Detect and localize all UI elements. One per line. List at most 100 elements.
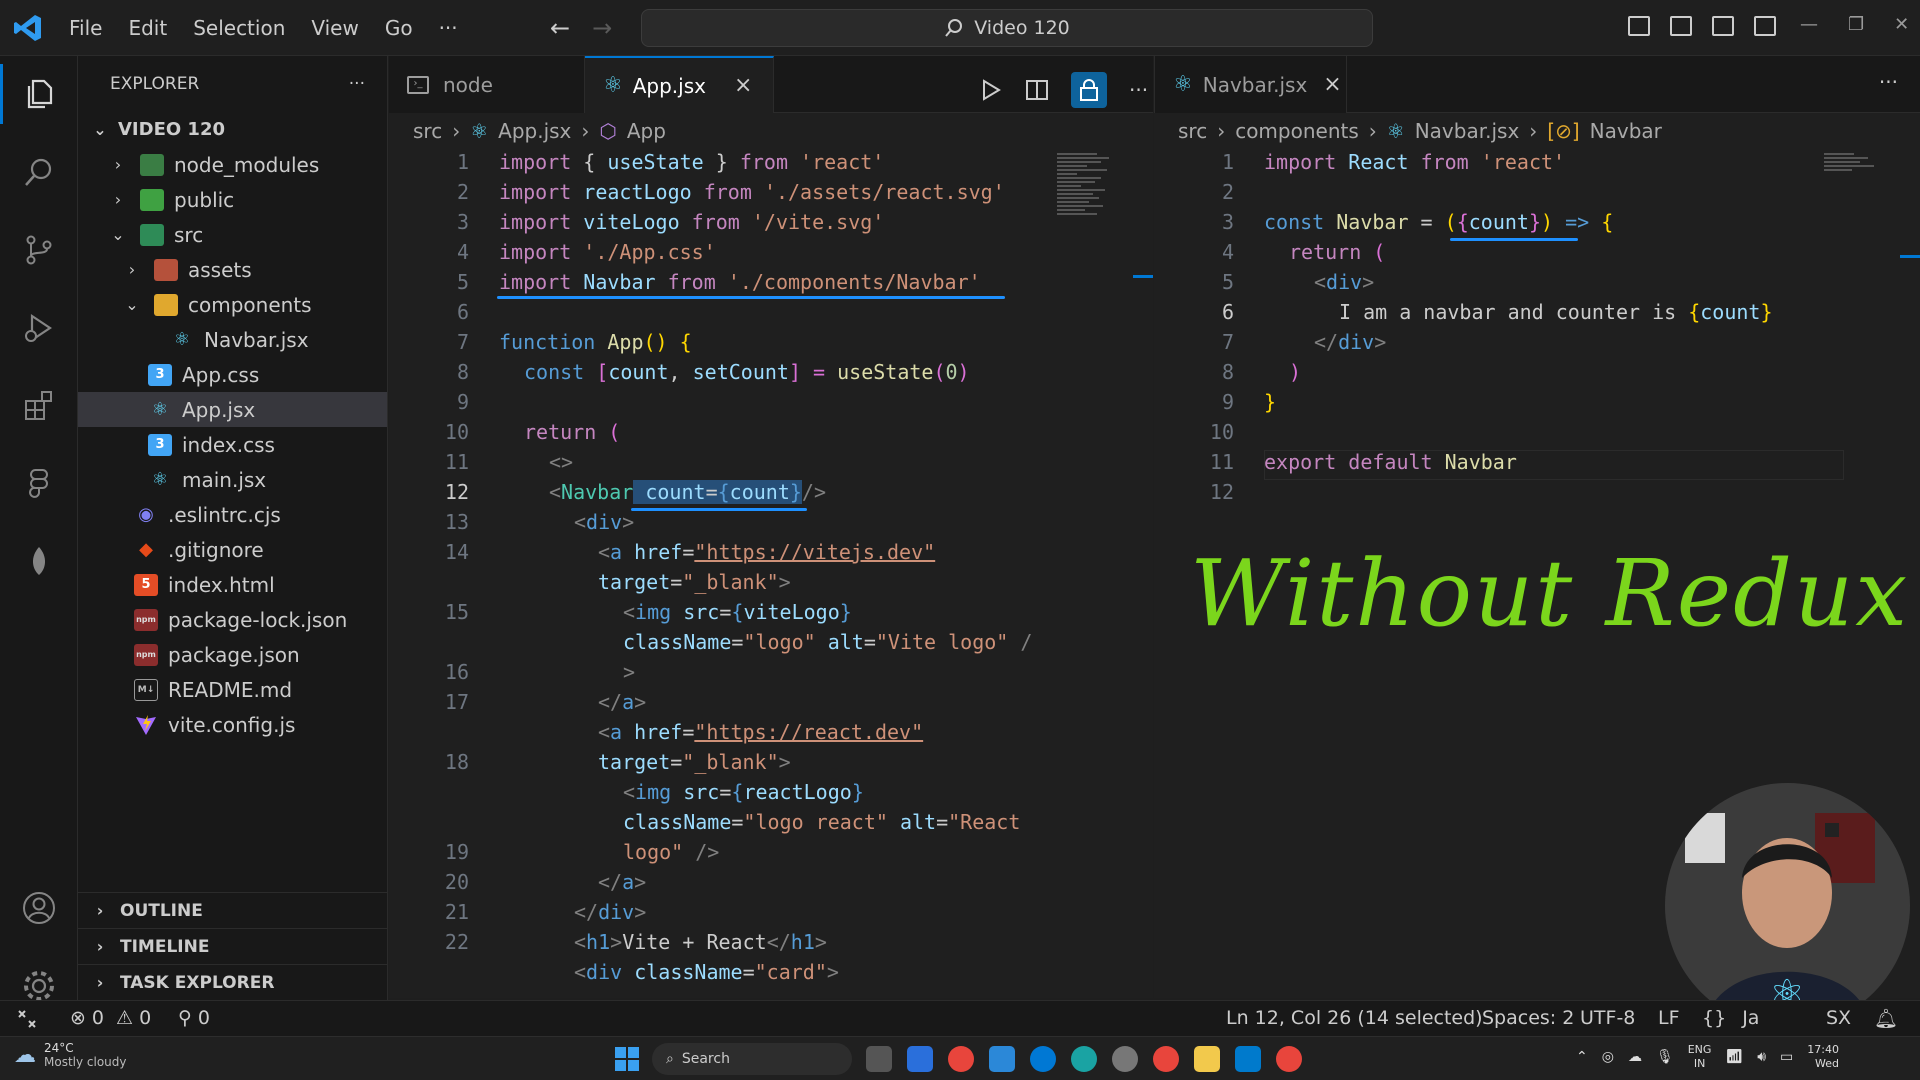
- onedrive-icon[interactable]: ☁: [1628, 1049, 1642, 1065]
- extensions-icon[interactable]: [0, 376, 78, 436]
- remote-indicator-icon[interactable]: [0, 1001, 54, 1036]
- breadcrumb-components[interactable]: components: [1235, 119, 1359, 143]
- left-code-editor[interactable]: 1 2 3 4 5 6 7 8 9 10 11 12 13 14 15 16 17 18 19 20 21 22 impo…: [389, 149, 1153, 998]
- tree-item-package-json[interactable]: npm package.json: [78, 637, 387, 672]
- minimap[interactable]: [1057, 151, 1117, 271]
- workspace-root[interactable]: ⌄ VIDEO 120: [78, 112, 387, 147]
- tree-item-app-css[interactable]: 3 App.css: [78, 357, 387, 392]
- tree-item-navbar-jsx[interactable]: ⚛ Navbar.jsx: [78, 322, 387, 357]
- minimize-icon[interactable]: —: [1800, 14, 1818, 35]
- menu-selection[interactable]: Selection: [180, 16, 298, 40]
- task-view-icon[interactable]: [866, 1046, 892, 1072]
- vscode-taskbar-icon[interactable]: [1235, 1046, 1261, 1072]
- explorer-icon[interactable]: [0, 64, 78, 124]
- close-tab-icon[interactable]: ×: [1323, 72, 1341, 97]
- indentation[interactable]: Spaces: 2: [1482, 1007, 1574, 1029]
- tree-item-assets[interactable]: › assets: [78, 252, 387, 287]
- breadcrumb-src[interactable]: src: [413, 119, 442, 143]
- wifi-icon[interactable]: 📶︎: [1725, 1049, 1743, 1065]
- tree-item-app-jsx[interactable]: ⚛ App.jsx: [78, 392, 387, 427]
- language-indicator[interactable]: ENG IN: [1688, 1043, 1712, 1071]
- breadcrumb-src[interactable]: src: [1178, 119, 1207, 143]
- breadcrumb-navbar[interactable]: Navbar: [1590, 119, 1662, 143]
- figma-icon[interactable]: [0, 454, 78, 514]
- vscode-logo-icon[interactable]: [0, 0, 56, 56]
- menu-view[interactable]: View: [298, 16, 371, 40]
- outline-section[interactable]: › OUTLINE: [78, 892, 387, 928]
- tree-item-package-lock[interactable]: npm package-lock.json: [78, 602, 387, 637]
- windows-start-icon[interactable]: [614, 1046, 640, 1072]
- tab-node-terminal[interactable]: ›_ node: [389, 56, 585, 113]
- edge-icon[interactable]: [1071, 1046, 1097, 1072]
- tree-item-node-modules[interactable]: › node_modules: [78, 147, 387, 182]
- menu-go[interactable]: Go: [372, 16, 426, 40]
- menu-edit[interactable]: Edit: [115, 16, 180, 40]
- tree-item-eslintrc[interactable]: ◉ .eslintrc.cjs: [78, 497, 387, 532]
- source-control-icon[interactable]: [0, 220, 78, 280]
- run-icon[interactable]: [979, 78, 1003, 102]
- chrome-icon[interactable]: [948, 1046, 974, 1072]
- tree-item-index-css[interactable]: 3 index.css: [78, 427, 387, 462]
- search-sidebar-icon[interactable]: [0, 142, 78, 202]
- explorer-more-icon[interactable]: ···: [349, 74, 365, 94]
- tree-item-vite-config[interactable]: vite.config.js: [78, 707, 387, 742]
- ports-indicator[interactable]: ⚲ 0: [178, 1007, 210, 1029]
- tree-item-readme[interactable]: M↓ README.md: [78, 672, 387, 707]
- tree-item-index-html[interactable]: 5 index.html: [78, 567, 387, 602]
- breadcrumb-app-jsx[interactable]: App.jsx: [498, 119, 571, 143]
- customize-layout-icon[interactable]: [1754, 16, 1776, 36]
- command-center-search[interactable]: Video 120: [641, 9, 1373, 47]
- tree-item-gitignore[interactable]: ◆ .gitignore: [78, 532, 387, 567]
- run-debug-icon[interactable]: [0, 298, 78, 358]
- task-explorer-section[interactable]: › TASK EXPLORER: [78, 964, 387, 1000]
- timeline-section[interactable]: › TIMELINE: [78, 928, 387, 964]
- chrome-profile-icon[interactable]: [1153, 1046, 1179, 1072]
- tree-item-public[interactable]: › public: [78, 182, 387, 217]
- tree-item-main-jsx[interactable]: ⚛ main.jsx: [78, 462, 387, 497]
- split-editor-icon[interactable]: [1025, 78, 1049, 102]
- end-of-line[interactable]: LF: [1658, 1007, 1680, 1029]
- editor-more-icon[interactable]: ···: [1129, 78, 1148, 102]
- todo-icon[interactable]: [989, 1046, 1015, 1072]
- settings-app-icon[interactable]: [1112, 1046, 1138, 1072]
- breadcrumb-app[interactable]: App: [627, 119, 666, 143]
- volume-icon[interactable]: 🔊︎: [1757, 1049, 1766, 1065]
- code-line: function App() {: [499, 330, 692, 354]
- file-explorer-icon[interactable]: [1194, 1046, 1220, 1072]
- cursor-position[interactable]: Ln 12, Col 26 (14 selected): [1226, 1007, 1483, 1029]
- microphone-icon[interactable]: 🎙︎: [1656, 1049, 1674, 1065]
- account-icon[interactable]: [0, 878, 78, 938]
- tree-item-src[interactable]: ⌄ src: [78, 217, 387, 252]
- forward-arrow-icon[interactable]: →: [592, 14, 612, 42]
- restore-icon[interactable]: ❐: [1848, 14, 1864, 35]
- menu-file[interactable]: File: [56, 16, 115, 40]
- notifications-bell-icon[interactable]: 🔔︎: [1874, 1007, 1898, 1030]
- calendar-icon[interactable]: [907, 1046, 933, 1072]
- battery-icon[interactable]: ▭: [1780, 1049, 1793, 1065]
- close-tab-icon[interactable]: ×: [734, 73, 752, 98]
- tab-app-jsx[interactable]: ⚛ App.jsx ×: [585, 56, 774, 113]
- toggle-primary-sidebar-icon[interactable]: [1628, 16, 1650, 36]
- weather-widget[interactable]: ☁ 24°C Mostly cloudy: [14, 1041, 127, 1069]
- toggle-panel-icon[interactable]: [1670, 16, 1692, 36]
- tray-chevron-up-icon[interactable]: ⌃: [1576, 1049, 1588, 1065]
- breadcrumb-navbar-jsx[interactable]: Navbar.jsx: [1415, 119, 1520, 143]
- tray-app-icon[interactable]: ◎: [1602, 1049, 1614, 1065]
- minimap[interactable]: [1824, 151, 1884, 181]
- taskbar-search[interactable]: ⌕ Search: [652, 1043, 852, 1075]
- skype-icon[interactable]: [1030, 1046, 1056, 1072]
- encoding[interactable]: UTF-8: [1580, 1007, 1635, 1029]
- menu-more[interactable]: ···: [426, 16, 471, 40]
- chrome-dev-icon[interactable]: [1276, 1046, 1302, 1072]
- problems-indicator[interactable]: ⊗ 0 ⚠ 0: [70, 1007, 151, 1029]
- toggle-secondary-sidebar-icon[interactable]: [1712, 16, 1734, 36]
- lock-icon[interactable]: [1071, 72, 1107, 108]
- clock[interactable]: 17:40 Wed: [1807, 1043, 1839, 1071]
- tab-navbar-jsx[interactable]: ⚛ Navbar.jsx ×: [1155, 56, 1347, 113]
- close-window-icon[interactable]: ✕: [1894, 14, 1909, 35]
- mongodb-leaf-icon[interactable]: [0, 532, 78, 592]
- tree-item-components[interactable]: ⌄ components: [78, 287, 387, 322]
- language-mode[interactable]: {} Ja: [1702, 1007, 1759, 1029]
- editor-more-icon[interactable]: ···: [1879, 70, 1898, 94]
- back-arrow-icon[interactable]: ←: [550, 14, 570, 42]
